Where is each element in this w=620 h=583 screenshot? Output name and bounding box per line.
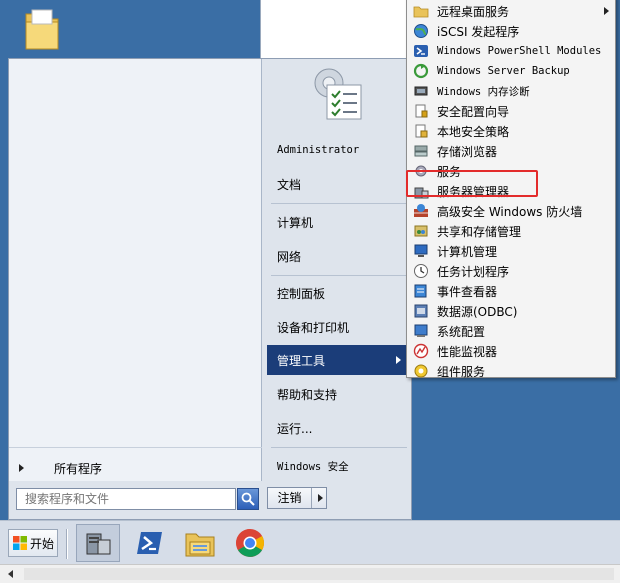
search-button[interactable] <box>237 488 259 510</box>
performance-monitor-icon <box>413 343 429 359</box>
submenu-item-firewall[interactable]: 高级安全 Windows 防火墙 <box>409 201 613 221</box>
powershell-icon <box>137 532 162 554</box>
backup-icon <box>413 63 429 79</box>
taskbar-server-manager[interactable] <box>76 524 120 562</box>
submenu-item-event-viewer[interactable]: 事件查看器 <box>409 281 613 301</box>
security-policy-icon <box>415 124 428 138</box>
submenu-item-task-scheduler[interactable]: 任务计划程序 <box>409 261 613 281</box>
search-icon <box>241 492 255 506</box>
divider <box>271 275 407 276</box>
all-programs-label: 所有程序 <box>54 461 103 476</box>
server-manager-icon <box>86 533 111 555</box>
submenu-item-security-wizard[interactable]: 安全配置向导 <box>409 101 613 121</box>
divider <box>9 447 262 448</box>
globe-icon <box>414 24 428 38</box>
submenu-item-computer-management[interactable]: 计算机管理 <box>409 241 613 261</box>
chevron-right-icon <box>19 464 24 472</box>
menu-item-computer[interactable]: 计算机 <box>267 207 407 237</box>
user-picture-icon[interactable] <box>307 63 367 123</box>
taskbar-divider <box>66 529 68 559</box>
menu-item-network[interactable]: 网络 <box>267 241 407 271</box>
taskbar-file-explorer[interactable] <box>178 524 222 562</box>
database-icon <box>414 304 428 318</box>
scrollbar-thumb[interactable] <box>24 568 614 580</box>
chrome-icon <box>236 529 264 557</box>
background-window <box>260 0 410 58</box>
submenu-item-component-services[interactable]: 组件服务 <box>409 361 613 381</box>
submenu-item-performance-monitor[interactable]: 性能监视器 <box>409 341 613 361</box>
search-input[interactable] <box>16 488 236 510</box>
submenu-item-share-storage[interactable]: 共享和存储管理 <box>409 221 613 241</box>
start-button[interactable]: 开始 <box>8 529 58 557</box>
submenu-item-local-security-policy[interactable]: 本地安全策略 <box>409 121 613 141</box>
storage-icon <box>414 145 428 157</box>
taskbar: 开始 <box>0 520 620 564</box>
firewall-icon <box>414 204 428 217</box>
submenu-item-server-backup[interactable]: Windows Server Backup <box>409 61 613 81</box>
all-programs-button[interactable]: 所有程序 <box>9 457 262 479</box>
menu-item-administrator[interactable]: Administrator <box>267 135 407 165</box>
memory-chip-icon <box>414 86 428 96</box>
submenu-item-storage-explorer[interactable]: 存储浏览器 <box>409 141 613 161</box>
taskbar-powershell[interactable] <box>128 524 172 562</box>
logoff-label: 注销 <box>268 488 312 508</box>
wizard-icon <box>415 104 428 118</box>
menu-item-windows-security[interactable]: Windows 安全 <box>267 451 407 481</box>
event-viewer-icon <box>414 284 427 298</box>
menu-item-documents[interactable]: 文档 <box>267 169 407 199</box>
scroll-left-icon[interactable] <box>8 570 13 578</box>
file-explorer-icon <box>185 533 215 557</box>
component-services-icon <box>414 364 428 378</box>
computer-management-icon <box>414 244 428 257</box>
submenu-item-iscsi[interactable]: iSCSI 发起程序 <box>409 21 613 41</box>
search-row <box>9 487 262 513</box>
clock-icon <box>414 264 428 278</box>
divider <box>271 203 407 204</box>
submenu-item-system-config[interactable]: 系统配置 <box>409 321 613 341</box>
chevron-right-icon <box>396 356 401 364</box>
menu-item-control-panel[interactable]: 控制面板 <box>267 278 407 308</box>
start-menu-right-pane: Administrator 文档 计算机 网络 控制面板 设备和打印机 管理工具… <box>263 59 411 519</box>
chevron-right-icon[interactable] <box>318 494 323 502</box>
divider <box>271 447 407 448</box>
folder-icon[interactable] <box>22 4 62 54</box>
windows-logo-icon <box>13 536 27 550</box>
start-menu-left-pane: 所有程序 <box>9 59 262 481</box>
system-config-icon <box>414 324 428 337</box>
powershell-icon <box>414 45 428 57</box>
submenu-item-odbc[interactable]: 数据源(ODBC) <box>409 301 613 321</box>
start-menu: 所有程序 Administrator 文档 <box>8 58 412 520</box>
menu-item-admin-tools[interactable]: 管理工具 <box>267 345 407 375</box>
chevron-right-icon <box>604 7 609 15</box>
menu-item-help-support[interactable]: 帮助和支持 <box>267 379 407 409</box>
horizontal-scrollbar[interactable] <box>0 564 620 583</box>
submenu-item-remote-desktop-services[interactable]: 远程桌面服务 <box>409 1 613 21</box>
logoff-button[interactable]: 注销 <box>267 487 327 509</box>
highlight-annotation <box>406 170 538 197</box>
submenu-item-memory-diagnostic[interactable]: Windows 内存诊断 <box>409 81 613 101</box>
start-label: 开始 <box>30 536 55 551</box>
taskbar-chrome[interactable] <box>228 524 272 562</box>
menu-item-devices-printers[interactable]: 设备和打印机 <box>267 312 407 342</box>
submenu-item-powershell-modules[interactable]: Windows PowerShell Modules <box>409 41 613 61</box>
menu-item-label: 管理工具 <box>277 353 326 368</box>
menu-item-run[interactable]: 运行... <box>267 413 407 443</box>
share-storage-icon <box>414 225 428 237</box>
folder-icon <box>413 6 429 18</box>
